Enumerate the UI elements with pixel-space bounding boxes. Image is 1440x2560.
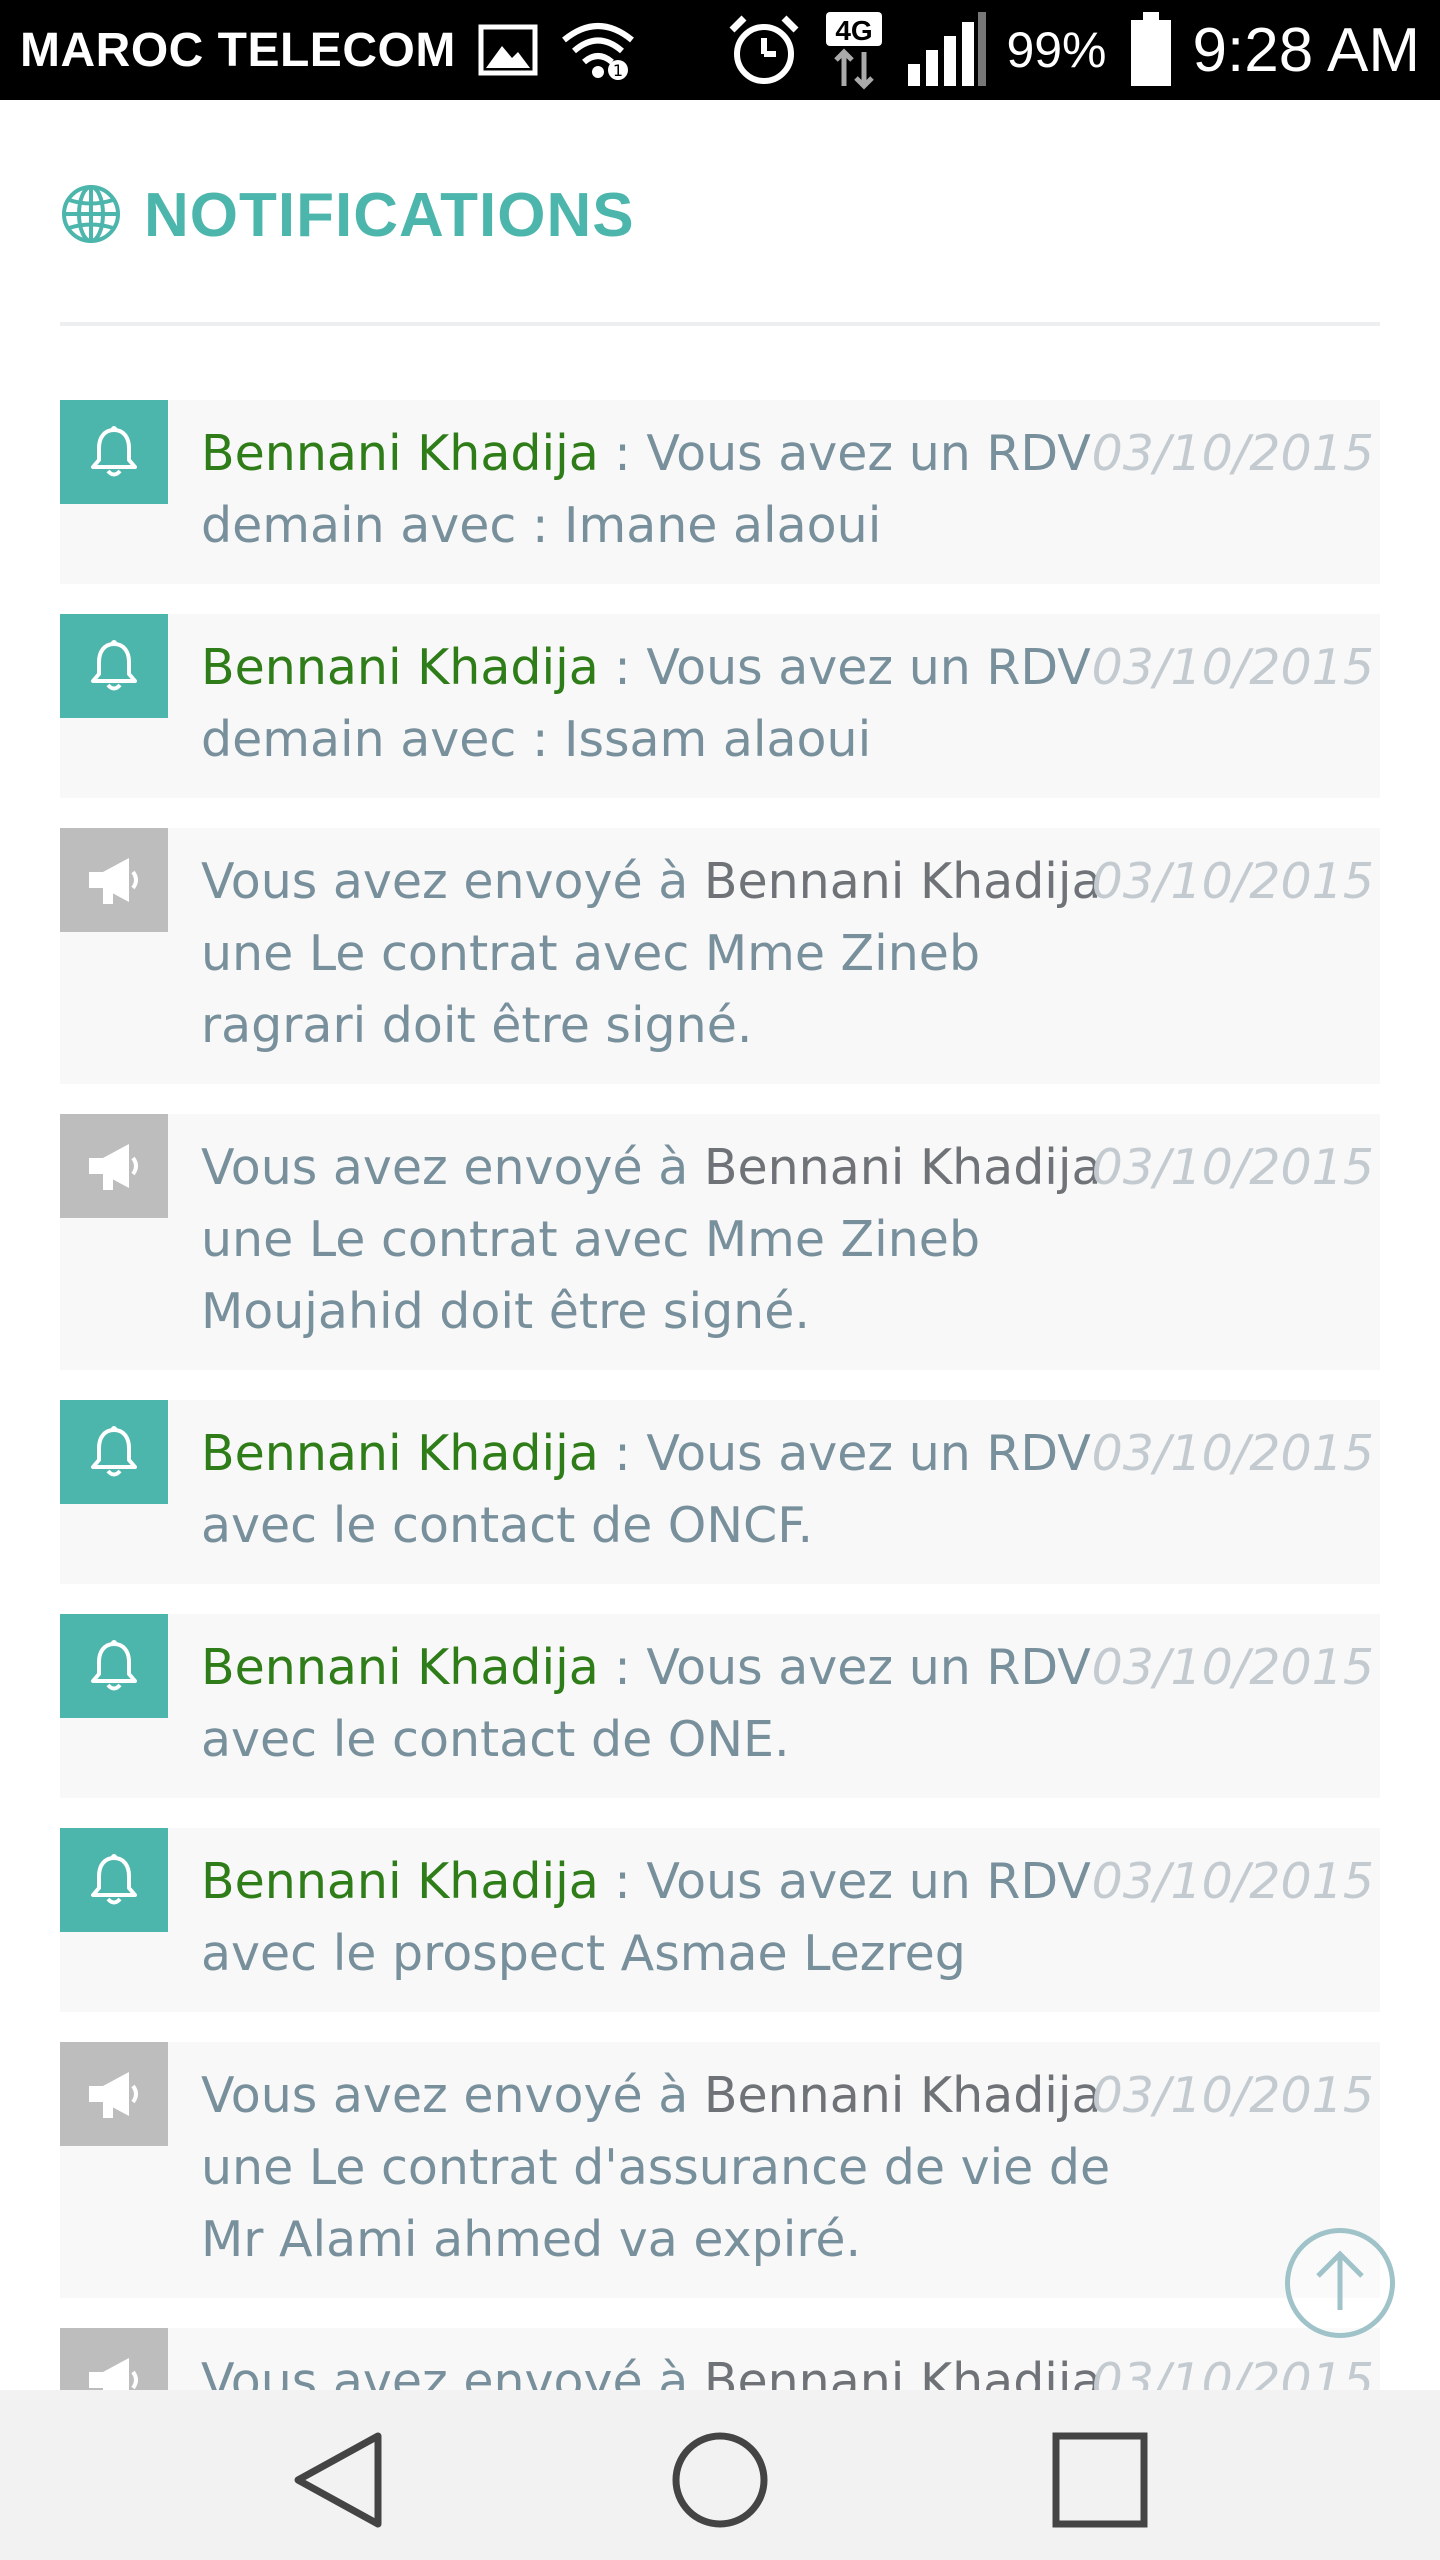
arrow-up-icon: [1310, 2246, 1370, 2320]
back-button[interactable]: [290, 2430, 386, 2534]
page-title: NOTIFICATIONS: [144, 181, 635, 250]
notification-date: 03/10/2015: [1091, 1425, 1374, 1482]
image-icon: [478, 24, 538, 76]
megaphone-icon: [60, 1114, 168, 1218]
notification-item[interactable]: Vous avez envoyé à Bennani Khadija une L…: [60, 2042, 1380, 2298]
notification-body: une Le contrat d'assurance de vie de Mr …: [201, 2139, 1111, 2268]
contact-name-link[interactable]: Bennani Khadija: [201, 1425, 599, 1482]
status-bar: MAROC TELECOM 1 4G 99% 9:28 AM: [0, 0, 1440, 100]
notification-date: 03/10/2015: [1091, 425, 1374, 482]
notification-date: 03/10/2015: [1091, 1639, 1374, 1696]
notification-date: 03/10/2015: [1091, 1853, 1374, 1910]
page-header: NOTIFICATIONS: [60, 180, 635, 251]
notification-item[interactable]: Bennani Khadija : Vous avez un RDV avec …: [60, 1400, 1380, 1584]
notification-prefix: Vous avez envoyé à: [201, 1139, 704, 1196]
notification-item[interactable]: Vous avez envoyé à Bennani Khadija une L…: [60, 1114, 1380, 1370]
notifications-page[interactable]: NOTIFICATIONS Bennani Khadija : Vous ave…: [0, 100, 1440, 2390]
carrier-name: MAROC TELECOM: [20, 23, 456, 77]
home-button[interactable]: [670, 2430, 770, 2534]
notification-body: une Le contrat avec Mme Zineb Moujahid d…: [201, 1211, 981, 1340]
notification-message: Bennani Khadija : Vous avez un RDV avec …: [201, 1418, 1141, 1562]
bell-icon: [60, 1828, 168, 1932]
contact-name-link[interactable]: Bennani Khadija: [201, 1853, 599, 1910]
notification-message: Vous avez envoyé à Bennani Khadija une L…: [201, 846, 1141, 1062]
notification-item[interactable]: Bennani Khadija : Vous avez un RDV demai…: [60, 614, 1380, 798]
globe-icon: [60, 183, 122, 249]
recents-icon: [1050, 2430, 1150, 2534]
notification-message: Bennani Khadija : Vous avez un RDV avec …: [201, 1846, 1141, 1990]
recents-button[interactable]: [1050, 2430, 1150, 2534]
notification-prefix: Vous avez envoyé à: [201, 853, 704, 910]
signal-icon: [906, 12, 988, 88]
notification-item[interactable]: Vous avez envoyé à Bennani Khadija une L…: [60, 2328, 1380, 2390]
battery-percent: 99%: [1006, 22, 1107, 78]
notification-list: Bennani Khadija : Vous avez un RDV demai…: [60, 400, 1380, 2390]
notification-date: 03/10/2015: [1091, 1139, 1374, 1196]
contact-name-link[interactable]: Bennani Khadija: [704, 2353, 1102, 2390]
bell-icon: [60, 614, 168, 718]
notification-date: 03/10/2015: [1091, 853, 1374, 910]
home-icon: [670, 2430, 770, 2534]
notification-message: Vous avez envoyé à Bennani Khadija une L…: [201, 2346, 1141, 2390]
wifi-icon: 1: [560, 20, 636, 80]
bell-icon: [60, 1614, 168, 1718]
notification-message: Vous avez envoyé à Bennani Khadija une L…: [201, 2060, 1141, 2276]
svg-text:1: 1: [613, 61, 623, 80]
contact-name-link[interactable]: Bennani Khadija: [704, 853, 1102, 910]
megaphone-icon: [60, 2042, 168, 2146]
contact-name-link[interactable]: Bennani Khadija: [201, 639, 599, 696]
contact-name-link[interactable]: Bennani Khadija: [704, 2067, 1102, 2124]
notification-item[interactable]: Vous avez envoyé à Bennani Khadija une L…: [60, 828, 1380, 1084]
notification-message: Bennani Khadija : Vous avez un RDV demai…: [201, 418, 1141, 562]
notification-item[interactable]: Bennani Khadija : Vous avez un RDV demai…: [60, 400, 1380, 584]
contact-name-link[interactable]: Bennani Khadija: [201, 425, 599, 482]
contact-name-link[interactable]: Bennani Khadija: [704, 1139, 1102, 1196]
navigation-bar: [0, 2390, 1440, 2560]
network-type: 4G: [836, 15, 873, 46]
scroll-to-top-button[interactable]: [1285, 2228, 1395, 2338]
clock: 9:28 AM: [1192, 15, 1420, 85]
battery-icon: [1129, 12, 1173, 88]
megaphone-icon: [60, 828, 168, 932]
back-icon: [290, 2430, 386, 2534]
header-divider: [60, 322, 1380, 326]
notification-item[interactable]: Bennani Khadija : Vous avez un RDV avec …: [60, 1828, 1380, 2012]
alarm-icon: [726, 12, 802, 88]
notification-item[interactable]: Bennani Khadija : Vous avez un RDV avec …: [60, 1614, 1380, 1798]
notification-message: Vous avez envoyé à Bennani Khadija une L…: [201, 1132, 1141, 1348]
notification-date: 03/10/2015: [1091, 639, 1374, 696]
bell-icon: [60, 1400, 168, 1504]
bell-icon: [60, 400, 168, 504]
notification-body: une Le contrat avec Mme Zineb ragrari do…: [201, 925, 981, 1054]
notification-message: Bennani Khadija : Vous avez un RDV avec …: [201, 1632, 1141, 1776]
notification-date: 03/10/2015: [1091, 2353, 1374, 2390]
contact-name-link[interactable]: Bennani Khadija: [201, 1639, 599, 1696]
megaphone-icon: [60, 2328, 168, 2390]
notification-prefix: Vous avez envoyé à: [201, 2067, 704, 2124]
notification-message: Bennani Khadija : Vous avez un RDV demai…: [201, 632, 1141, 776]
notification-prefix: Vous avez envoyé à: [201, 2353, 704, 2390]
notification-date: 03/10/2015: [1091, 2067, 1374, 2124]
network-icon: 4G: [824, 10, 884, 90]
